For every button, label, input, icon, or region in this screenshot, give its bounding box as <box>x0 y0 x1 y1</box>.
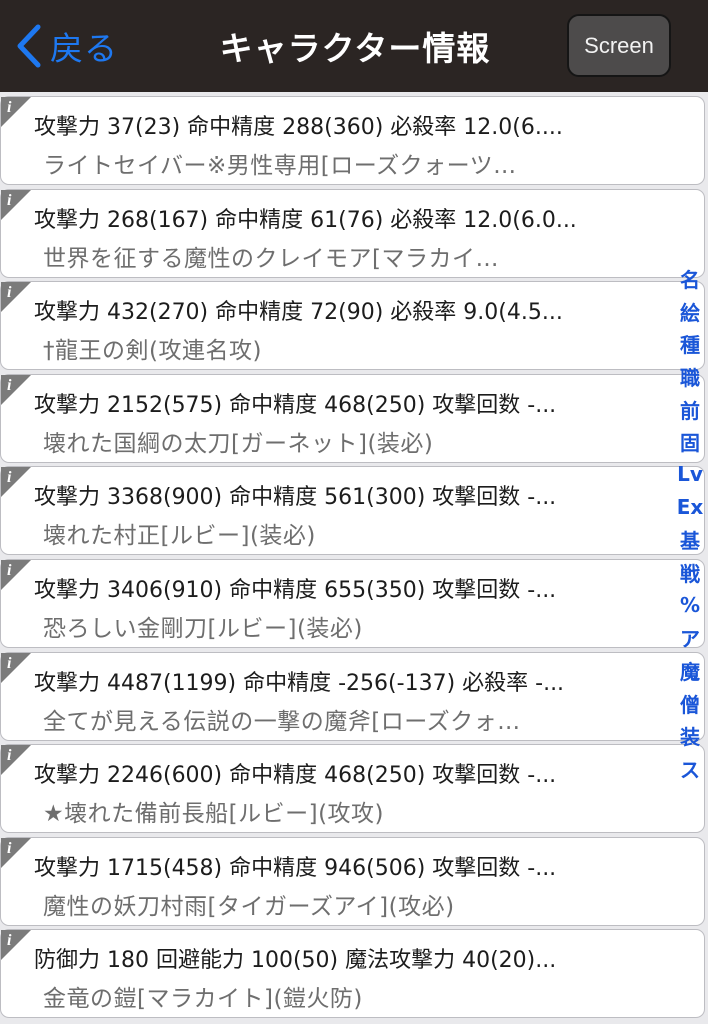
list-item[interactable]: i 攻撃力 432(270) 命中精度 72(90) 必殺率 9.0(4.5...… <box>0 281 705 371</box>
svg-text:i: i <box>7 469 12 486</box>
list-item[interactable]: i 攻撃力 1715(458) 命中精度 946(506) 攻撃回数 -... 魔性… <box>0 836 705 926</box>
section-index-item[interactable]: 名 <box>680 262 700 295</box>
item-stats: 攻撃力 3368(900) 命中精度 561(300) 攻撃回数 -... <box>34 485 557 511</box>
section-index-item[interactable]: Ex <box>677 491 704 524</box>
item-stats: 攻撃力 432(270) 命中精度 72(90) 必殺率 9.0(4.5... <box>34 300 563 326</box>
list-item[interactable]: i 攻撃力 4487(1199) 命中精度 -256(-137) 必殺率 -...… <box>0 651 705 741</box>
section-index-item[interactable]: 戦 <box>680 556 700 589</box>
item-name: 世界を征する魔性のクレイモア[マラカイ… <box>43 245 499 272</box>
list-item[interactable]: i 防御力 180 回避能力 100(50) 魔法攻撃力 40(20)... 金竜の… <box>0 929 705 1019</box>
back-label: 戻る <box>50 29 118 68</box>
section-index-item[interactable]: 基 <box>680 524 700 557</box>
item-stats: 攻撃力 3406(910) 命中精度 655(350) 攻撃回数 -... <box>34 578 557 603</box>
info-icon[interactable]: i <box>1 930 33 962</box>
section-index-item[interactable]: % <box>680 589 700 622</box>
list-item[interactable]: i 攻撃力 37(23) 命中精度 288(360) 必殺率 12.0(6....… <box>0 96 705 185</box>
info-icon[interactable]: i <box>1 374 33 407</box>
item-stats: 攻撃力 37(23) 命中精度 288(360) 必殺率 12.0(6.... <box>34 115 563 140</box>
section-index-item[interactable]: ア <box>680 622 700 655</box>
item-name: 全てが見える伝説の一撃の魔斧[ローズクォ… <box>43 708 521 735</box>
item-name: 壊れた国綱の太刀[ガーネット](装必) <box>43 430 434 457</box>
item-name: †龍王の剣(攻連名攻) <box>43 338 262 365</box>
back-button[interactable]: 戻る <box>16 22 118 70</box>
item-name: 恐ろしい金剛刀[ルビー](装必) <box>43 616 363 642</box>
section-index-item[interactable]: 前 <box>680 393 700 426</box>
section-index-item[interactable]: 固 <box>680 425 700 458</box>
item-name: 魔性の妖刀村雨[タイガーズアイ](攻必) <box>43 893 455 920</box>
chevron-left-icon <box>16 24 42 68</box>
svg-text:i: i <box>7 377 12 394</box>
section-index-item[interactable]: 魔 <box>680 654 700 687</box>
svg-text:i: i <box>7 562 12 579</box>
svg-text:i: i <box>7 747 12 764</box>
item-stats: 防御力 180 回避能力 100(50) 魔法攻撃力 40(20)... <box>34 948 557 974</box>
section-index-item[interactable]: 装 <box>680 720 700 753</box>
item-name: ★壊れた備前長船[ルビー](攻攻) <box>43 801 385 828</box>
item-stats: 攻撃力 1715(458) 命中精度 946(506) 攻撃回数 -... <box>34 855 557 881</box>
navigation-bar: 戻る キャラクター情報 Screen <box>0 0 708 92</box>
section-index-item[interactable]: 職 <box>680 360 700 393</box>
info-icon[interactable]: i <box>1 467 33 499</box>
svg-text:i: i <box>7 932 12 949</box>
section-index-item[interactable]: 種 <box>680 327 700 360</box>
info-icon[interactable]: i <box>1 560 33 592</box>
list-item[interactable]: i 攻撃力 3368(900) 命中精度 561(300) 攻撃回数 -... 壊れ… <box>0 466 705 556</box>
item-stats: 攻撃力 2246(600) 命中精度 468(250) 攻撃回数 -... <box>34 763 557 789</box>
section-index-item[interactable]: Lv <box>677 458 703 491</box>
list-item[interactable]: i 攻撃力 2246(600) 命中精度 468(250) 攻撃回数 -... ★壊… <box>0 744 705 834</box>
info-icon[interactable]: i <box>1 837 33 870</box>
info-icon[interactable]: i <box>1 189 33 222</box>
info-icon[interactable]: i <box>1 97 33 129</box>
page-title: キャラクター情報 <box>219 29 491 68</box>
info-icon[interactable]: i <box>1 652 33 685</box>
screen-button[interactable]: Screen <box>567 14 671 77</box>
svg-text:i: i <box>7 840 12 857</box>
list-item[interactable]: i 攻撃力 3406(910) 命中精度 655(350) 攻撃回数 -... 恐ろ… <box>0 559 705 648</box>
item-name: 金竜の鎧[マラカイト](鎧火防) <box>43 986 363 1013</box>
item-name: ライトセイバー※男性専用[ローズクォーツ… <box>43 153 517 179</box>
equipment-list: i 攻撃力 37(23) 命中精度 288(360) 必殺率 12.0(6....… <box>0 94 708 1024</box>
item-stats: 攻撃力 4487(1199) 命中精度 -256(-137) 必殺率 -... <box>34 670 565 696</box>
item-name: 壊れた村正[ルビー](装必) <box>43 523 316 550</box>
svg-text:i: i <box>7 192 12 209</box>
section-index-item[interactable]: 絵 <box>680 295 700 328</box>
section-index-item[interactable]: ス <box>680 752 700 785</box>
section-index[interactable]: 名絵種職前固 Lv Ex 基戦% ア魔僧装ス <box>674 262 706 785</box>
item-stats: 攻撃力 2152(575) 命中精度 468(250) 攻撃回数 -... <box>34 392 557 418</box>
svg-text:i: i <box>7 284 12 301</box>
info-icon[interactable]: i <box>1 282 33 314</box>
list-item[interactable]: i 攻撃力 2152(575) 命中精度 468(250) 攻撃回数 -... 壊れ… <box>0 373 705 463</box>
info-icon[interactable]: i <box>1 745 33 777</box>
item-stats: 攻撃力 268(167) 命中精度 61(76) 必殺率 12.0(6.0... <box>34 207 577 233</box>
list-item[interactable]: i 攻撃力 268(167) 命中精度 61(76) 必殺率 12.0(6.0..… <box>0 188 705 278</box>
svg-text:i: i <box>7 99 12 116</box>
section-index-item[interactable]: 僧 <box>680 687 700 720</box>
svg-text:i: i <box>7 655 12 672</box>
